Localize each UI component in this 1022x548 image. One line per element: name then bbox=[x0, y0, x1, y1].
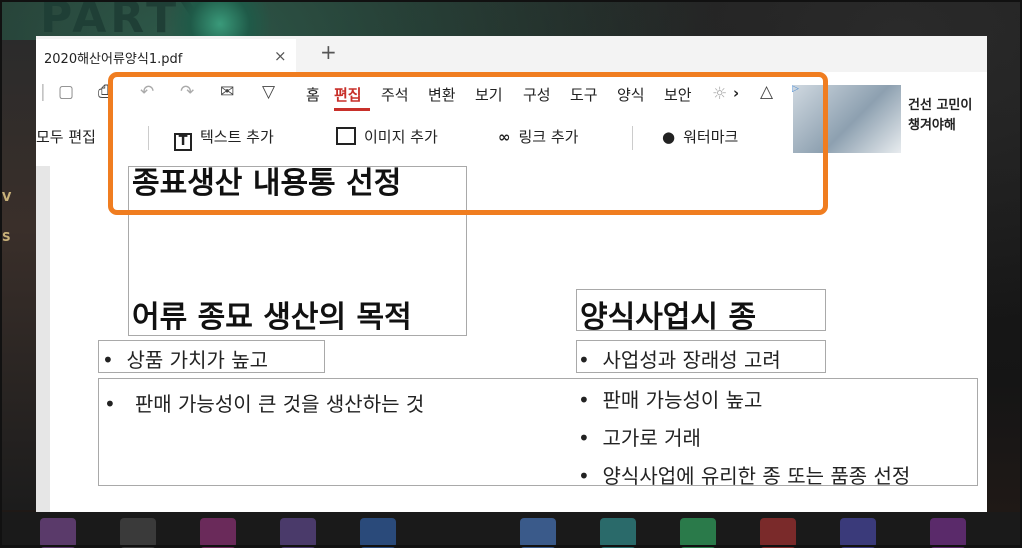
bullet-text: 고가로 거래 bbox=[602, 426, 701, 450]
tab-title: 2020해산어류양식1.pdf bbox=[44, 52, 183, 67]
separator: | bbox=[40, 82, 46, 102]
ad-line: 건선 고민이 bbox=[908, 98, 973, 113]
taskbar-app-icon[interactable] bbox=[120, 518, 156, 548]
bullet-text: 양식사업에 유리한 종 또는 품종 선정 bbox=[602, 464, 911, 488]
bullet-item: • 양식사업에 유리한 종 또는 품종 선정 bbox=[578, 464, 911, 488]
bullet-item: • 고가로 거래 bbox=[578, 426, 701, 450]
bullet-text: 사업성과 장래성 고려 bbox=[602, 348, 781, 372]
taskbar-app-icon[interactable] bbox=[680, 518, 716, 548]
page-heading-right: 양식사업시 종 bbox=[580, 300, 757, 335]
ad-line: 챙겨야해 bbox=[908, 118, 956, 133]
edit-all-button[interactable]: 모두 편집 bbox=[36, 126, 96, 147]
bullet-text: 판매 가능성이 높고 bbox=[602, 388, 763, 412]
wallpaper-fragment: S bbox=[2, 230, 11, 244]
bullet-item: • 사업성과 장래성 고려 bbox=[578, 348, 781, 372]
taskbar-app-icon[interactable] bbox=[40, 518, 76, 548]
tab-bar: 2020해산어류양식1.pdf × + bbox=[36, 36, 987, 72]
wallpaper-fragment: V bbox=[2, 190, 12, 204]
desktop-left-strip: V S bbox=[0, 40, 36, 510]
document-tab[interactable]: 2020해산어류양식1.pdf × bbox=[36, 39, 296, 72]
bullet-item: • 판매 가능성이 큰 것을 생산하는 것 bbox=[104, 392, 425, 416]
save-icon[interactable]: ▢ bbox=[58, 82, 74, 102]
taskbar-app-icon[interactable] bbox=[840, 518, 876, 548]
bullet-text: 판매 가능성이 큰 것을 생산하는 것 bbox=[134, 392, 425, 416]
page-heading-left: 어류 종묘 생산의 목적 bbox=[132, 300, 412, 335]
taskbar-app-icon[interactable] bbox=[930, 518, 966, 548]
document-area: 종표생산 내용통 선정 어류 종묘 생산의 목적 양식사업시 종 • 상품 가치… bbox=[36, 166, 987, 512]
new-tab-button[interactable]: + bbox=[320, 40, 337, 64]
close-tab-icon[interactable]: × bbox=[274, 47, 287, 65]
highlight-annotation bbox=[108, 72, 828, 215]
taskbar-app-icon[interactable] bbox=[760, 518, 796, 548]
ad-text: 건선 고민이 챙겨야해 bbox=[908, 96, 972, 136]
taskbar-app-icon[interactable] bbox=[520, 518, 556, 548]
bullet-item: • 판매 가능성이 높고 bbox=[578, 388, 763, 412]
bullet-text: 상품 가치가 높고 bbox=[126, 348, 269, 372]
taskbar-app-icon[interactable] bbox=[200, 518, 236, 548]
taskbar-app-icon[interactable] bbox=[280, 518, 316, 548]
taskbar-app-icon[interactable] bbox=[360, 518, 396, 548]
pdf-page: 종표생산 내용통 선정 어류 종묘 생산의 목적 양식사업시 종 • 상품 가치… bbox=[50, 166, 987, 512]
bullet-item: • 상품 가치가 높고 bbox=[102, 348, 269, 372]
wallpaper-decoration bbox=[150, 0, 290, 40]
taskbar-app-icon[interactable] bbox=[600, 518, 636, 548]
